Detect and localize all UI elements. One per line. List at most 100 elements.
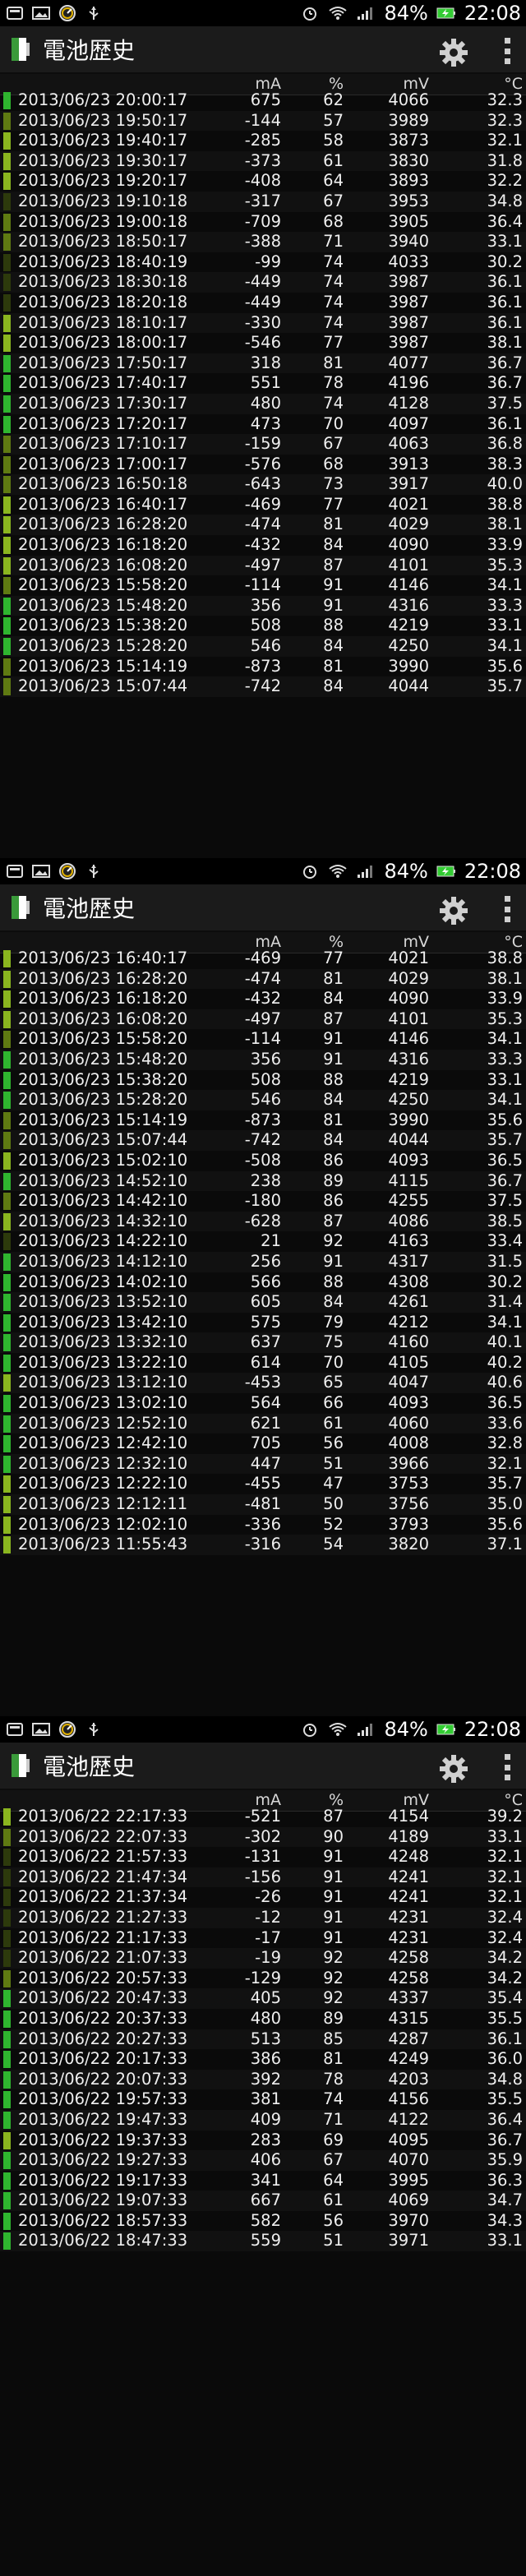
history-row[interactable]: 2013/06/23 15:28:20 546 84 4250 34.1 (0, 1090, 526, 1110)
history-row[interactable]: 2013/06/23 16:28:20 -474 81 4029 38.1 (0, 968, 526, 990)
history-row[interactable]: 2013/06/22 20:27:33 513 85 4287 36.1 (0, 2029, 526, 2050)
history-row[interactable]: 2013/06/22 22:07:33 -302 90 4189 33.1 (0, 1826, 526, 1848)
history-row[interactable]: 2013/06/23 16:18:20 -432 84 4090 33.9 (0, 535, 526, 556)
history-row[interactable]: 2013/06/23 12:32:10 447 51 3966 32.1 (0, 1453, 526, 1475)
app-logo-icon (12, 1754, 30, 1777)
voltage-mv: 4063 (388, 434, 429, 454)
history-row[interactable]: 2013/06/23 19:10:18 -317 67 3953 34.8 (0, 191, 526, 212)
history-row[interactable]: 2013/06/22 18:47:33 559 51 3971 33.1 (0, 2231, 526, 2252)
history-row[interactable]: 2013/06/23 19:30:17 -373 61 3830 31.8 (0, 150, 526, 172)
history-row[interactable]: 2013/06/23 15:48:20 356 91 4316 33.3 (0, 1049, 526, 1070)
history-row[interactable]: 2013/06/22 21:57:33 -131 91 4248 32.1 (0, 1847, 526, 1867)
history-row[interactable]: 2013/06/23 14:42:10 -180 86 4255 37.5 (0, 1191, 526, 1212)
overflow-menu-icon[interactable] (503, 896, 511, 922)
history-row[interactable]: 2013/06/23 15:07:44 -742 84 4044 35.7 (0, 676, 526, 697)
history-row[interactable]: 2013/06/22 19:57:33 381 74 4156 35.5 (0, 2089, 526, 2110)
history-row[interactable]: 2013/06/22 20:07:33 392 78 4203 34.8 (0, 2069, 526, 2090)
history-row[interactable]: 2013/06/23 15:14:19 -873 81 3990 35.6 (0, 1110, 526, 1131)
history-row[interactable]: 2013/06/23 16:28:20 -474 81 4029 38.1 (0, 515, 526, 536)
history-row[interactable]: 2013/06/23 12:22:10 -455 47 3753 35.7 (0, 1474, 526, 1494)
history-row[interactable]: 2013/06/23 18:20:18 -449 74 3987 36.1 (0, 293, 526, 313)
history-row[interactable]: 2013/06/23 13:02:10 564 66 4093 36.5 (0, 1393, 526, 1414)
history-row[interactable]: 2013/06/22 19:37:33 283 69 4095 36.7 (0, 2131, 526, 2151)
history-row[interactable]: 2013/06/22 19:07:33 667 61 4069 34.7 (0, 2191, 526, 2211)
history-row[interactable]: 2013/06/22 21:07:33 -19 92 4258 34.2 (0, 1948, 526, 1969)
history-row[interactable]: 2013/06/23 15:38:20 508 88 4219 33.1 (0, 1070, 526, 1091)
history-row[interactable]: 2013/06/23 13:12:10 -453 65 4047 40.6 (0, 1373, 526, 1394)
history-row[interactable]: 2013/06/23 15:07:44 -742 84 4044 35.7 (0, 1130, 526, 1151)
battery-pct: 91 (323, 1049, 344, 1069)
history-row[interactable]: 2013/06/23 19:20:17 -408 64 3893 32.2 (0, 171, 526, 192)
history-row[interactable]: 2013/06/22 22:17:33 -521 87 4154 39.2 (0, 1807, 526, 1827)
history-row[interactable]: 2013/06/23 16:08:20 -497 87 4101 35.3 (0, 555, 526, 576)
history-row[interactable]: 2013/06/23 16:18:20 -432 84 4090 33.9 (0, 989, 526, 1009)
history-row[interactable]: 2013/06/22 20:47:33 405 92 4337 35.4 (0, 1988, 526, 2009)
level-bar (3, 1909, 11, 1927)
history-row[interactable]: 2013/06/23 13:32:10 637 75 4160 40.1 (0, 1332, 526, 1353)
history-row[interactable]: 2013/06/23 16:40:17 -469 77 4021 38.8 (0, 949, 526, 969)
history-row[interactable]: 2013/06/23 18:30:18 -449 74 3987 36.1 (0, 272, 526, 293)
current-ma: -317 (244, 191, 281, 210)
history-row[interactable]: 2013/06/22 21:47:34 -156 91 4241 32.1 (0, 1867, 526, 1888)
settings-gear-icon[interactable] (437, 36, 470, 69)
history-row[interactable]: 2013/06/23 18:40:19 -99 74 4033 30.2 (0, 252, 526, 273)
history-row[interactable]: 2013/06/23 12:12:11 -481 50 3756 35.0 (0, 1494, 526, 1515)
history-row[interactable]: 2013/06/23 15:14:19 -873 81 3990 35.6 (0, 657, 526, 677)
history-row[interactable]: 2013/06/22 19:27:33 406 67 4070 35.9 (0, 2150, 526, 2171)
history-row[interactable]: 2013/06/23 16:50:18 -643 73 3917 40.0 (0, 474, 526, 495)
settings-gear-icon[interactable] (437, 1752, 470, 1785)
history-row[interactable]: 2013/06/23 18:50:17 -388 71 3940 33.1 (0, 232, 526, 252)
history-row[interactable]: 2013/06/23 15:28:20 546 84 4250 34.1 (0, 636, 526, 657)
history-row[interactable]: 2013/06/23 17:30:17 480 74 4128 37.5 (0, 393, 526, 414)
history-row[interactable]: 2013/06/23 16:08:20 -497 87 4101 35.3 (0, 1009, 526, 1030)
history-row[interactable]: 2013/06/23 15:48:20 356 91 4316 33.3 (0, 595, 526, 616)
history-row[interactable]: 2013/06/23 12:42:10 705 56 4008 32.8 (0, 1433, 526, 1454)
history-row[interactable]: 2013/06/23 13:22:10 614 70 4105 40.2 (0, 1353, 526, 1373)
history-row[interactable]: 2013/06/23 15:58:20 -114 91 4146 34.1 (0, 1029, 526, 1050)
history-row[interactable]: 2013/06/22 20:17:33 386 81 4249 36.0 (0, 2049, 526, 2070)
history-row[interactable]: 2013/06/23 13:42:10 575 79 4212 34.1 (0, 1313, 526, 1333)
history-row[interactable]: 2013/06/23 15:58:20 -114 91 4146 34.1 (0, 575, 526, 596)
history-row[interactable]: 2013/06/23 17:20:17 473 70 4097 36.1 (0, 414, 526, 435)
history-row[interactable]: 2013/06/23 13:52:10 605 84 4261 31.4 (0, 1292, 526, 1313)
history-row[interactable]: 2013/06/23 20:00:17 675 62 4066 32.3 (0, 90, 526, 111)
history-row[interactable]: 2013/06/23 19:40:17 -285 58 3873 32.1 (0, 131, 526, 151)
history-row[interactable]: 2013/06/22 19:47:33 409 71 4122 36.4 (0, 2109, 526, 2131)
overflow-menu-icon[interactable] (503, 1754, 511, 1780)
history-row[interactable]: 2013/06/23 17:10:17 -159 67 4063 36.8 (0, 434, 526, 455)
history-row[interactable]: 2013/06/23 14:22:10 21 92 4163 33.4 (0, 1231, 526, 1252)
history-row[interactable]: 2013/06/22 21:37:34 -26 91 4241 32.1 (0, 1887, 526, 1908)
timestamp: 2013/06/23 16:08:20 (18, 1009, 188, 1028)
history-row[interactable]: 2013/06/23 14:52:10 238 89 4115 36.7 (0, 1170, 526, 1192)
temperature: 34.8 (487, 2069, 523, 2089)
history-row[interactable]: 2013/06/23 17:40:17 551 78 4196 36.7 (0, 373, 526, 394)
history-row[interactable]: 2013/06/22 19:17:33 341 64 3995 36.3 (0, 2171, 526, 2191)
history-row[interactable]: 2013/06/23 14:02:10 566 88 4308 30.2 (0, 1272, 526, 1293)
history-row[interactable]: 2013/06/23 17:50:17 318 81 4077 36.7 (0, 353, 526, 374)
overflow-menu-icon[interactable] (503, 38, 511, 64)
history-row[interactable]: 2013/06/22 21:27:33 -12 91 4231 32.4 (0, 1907, 526, 1928)
timestamp: 2013/06/23 15:07:44 (18, 1130, 188, 1150)
history-list[interactable]: 2013/06/23 20:00:17 675 62 4066 32.3 201… (0, 90, 526, 853)
history-row[interactable]: 2013/06/23 14:12:10 256 91 4317 31.5 (0, 1251, 526, 1272)
history-row[interactable]: 2013/06/22 18:57:33 582 56 3970 34.3 (0, 2211, 526, 2232)
history-row[interactable]: 2013/06/23 14:32:10 -628 87 4086 38.5 (0, 1211, 526, 1232)
history-row[interactable]: 2013/06/23 12:52:10 621 61 4060 33.6 (0, 1413, 526, 1434)
history-row[interactable]: 2013/06/23 19:00:18 -709 68 3905 36.4 (0, 212, 526, 233)
history-row[interactable]: 2013/06/23 18:00:17 -546 77 3987 38.1 (0, 333, 526, 353)
history-row[interactable]: 2013/06/23 17:00:17 -576 68 3913 38.3 (0, 455, 526, 475)
settings-gear-icon[interactable] (437, 894, 470, 927)
history-row[interactable]: 2013/06/23 11:55:43 -316 54 3820 37.1 (0, 1535, 526, 1555)
history-row[interactable]: 2013/06/22 21:17:33 -17 91 4231 32.4 (0, 1928, 526, 1949)
timestamp: 2013/06/22 19:07:33 (18, 2191, 188, 2210)
history-row[interactable]: 2013/06/22 20:37:33 480 89 4315 35.5 (0, 2009, 526, 2029)
history-row[interactable]: 2013/06/23 19:50:17 -144 57 3989 32.3 (0, 110, 526, 132)
history-row[interactable]: 2013/06/23 18:10:17 -330 74 3987 36.1 (0, 312, 526, 334)
history-list[interactable]: 2013/06/23 16:40:17 -469 77 4021 38.8 20… (0, 949, 526, 1711)
history-row[interactable]: 2013/06/23 16:40:17 -469 77 4021 38.8 (0, 495, 526, 515)
history-list[interactable]: 2013/06/22 22:17:33 -521 87 4154 39.2 20… (0, 1807, 526, 2571)
history-row[interactable]: 2013/06/23 12:02:10 -336 52 3793 35.6 (0, 1515, 526, 1535)
history-row[interactable]: 2013/06/22 20:57:33 -129 92 4258 34.2 (0, 1969, 526, 1989)
history-row[interactable]: 2013/06/23 15:38:20 508 88 4219 33.1 (0, 616, 526, 636)
history-row[interactable]: 2013/06/23 15:02:10 -508 86 4093 36.5 (0, 1151, 526, 1171)
